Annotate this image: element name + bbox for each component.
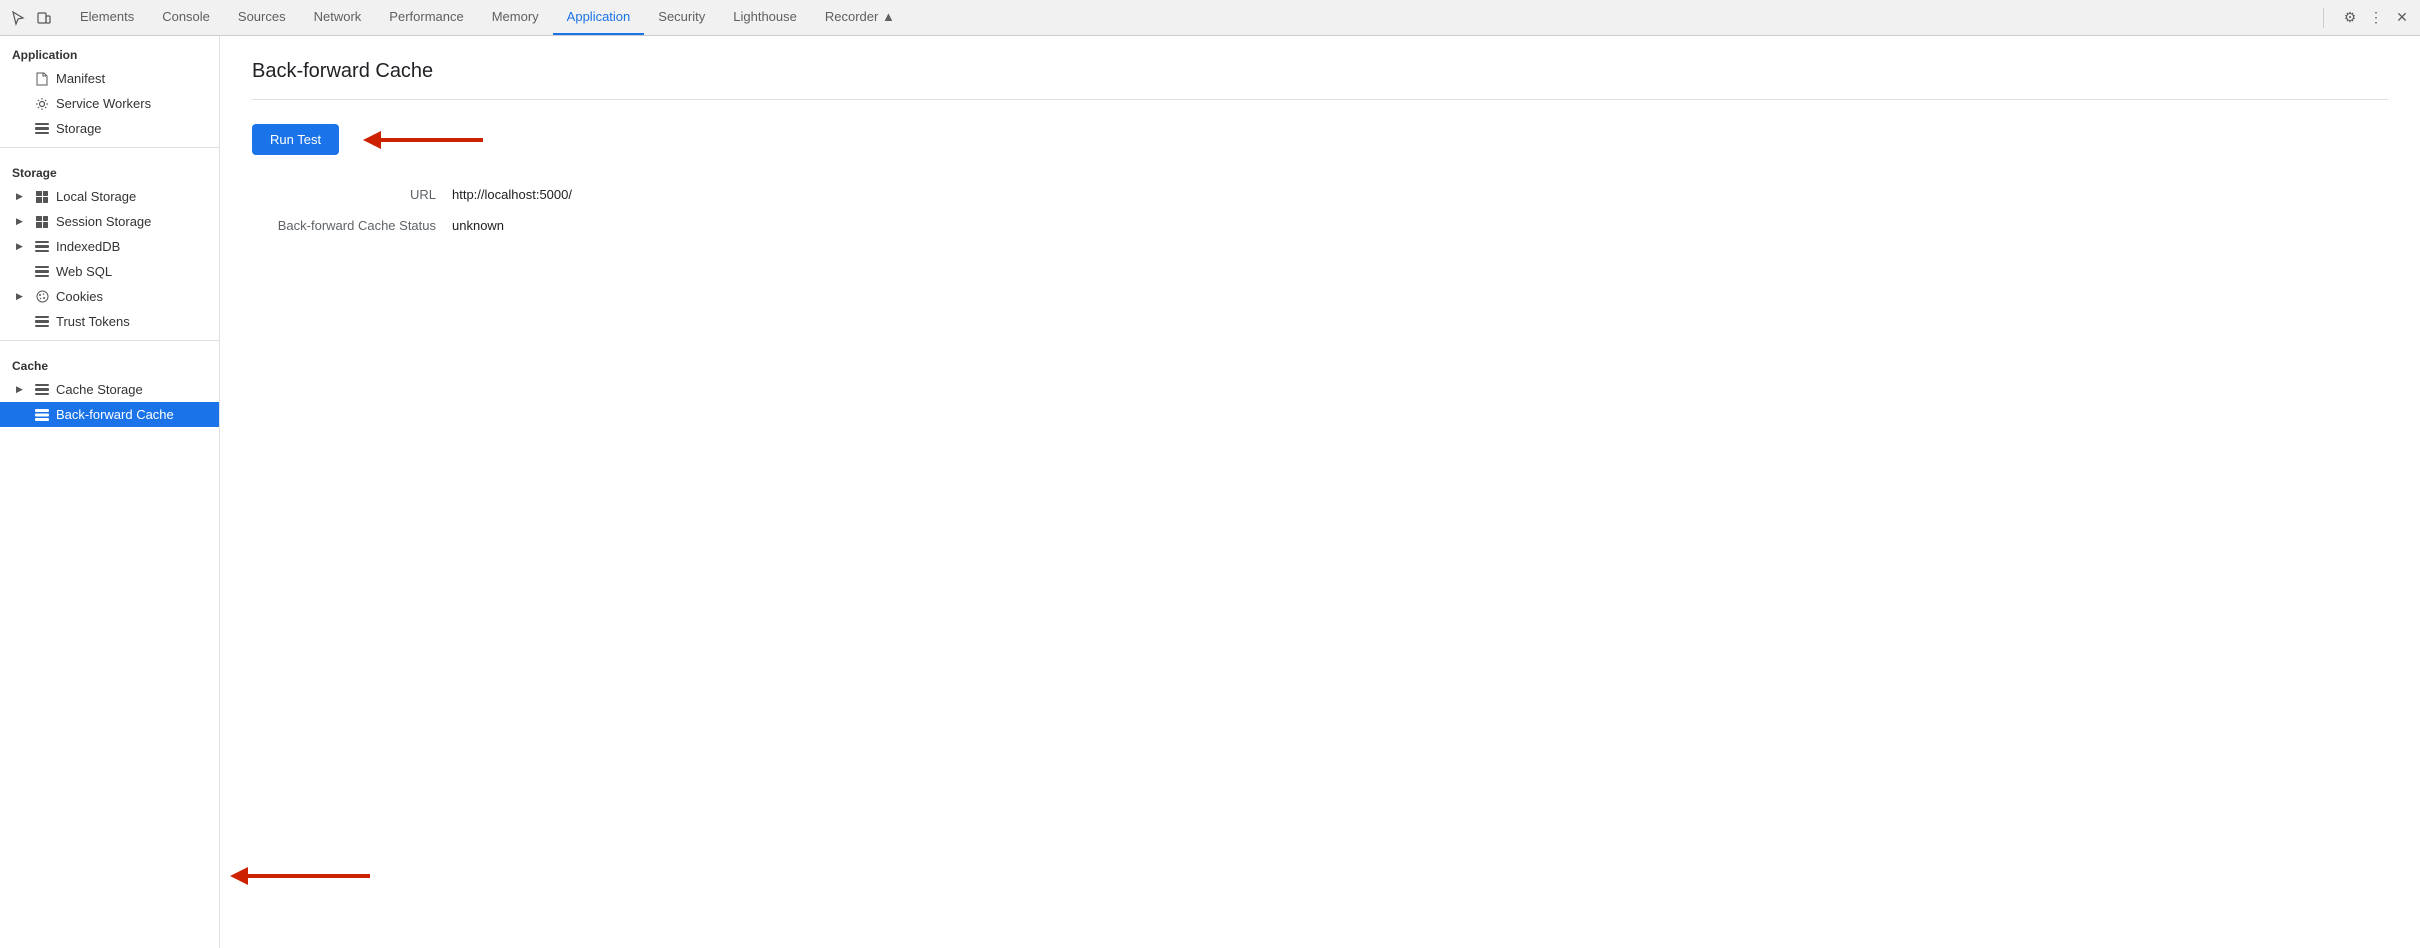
tab-memory[interactable]: Memory bbox=[478, 0, 553, 35]
tab-lighthouse[interactable]: Lighthouse bbox=[719, 0, 811, 35]
devtools-tabs: ElementsConsoleSourcesNetworkPerformance… bbox=[66, 0, 2315, 35]
sidebar-item-back-forward-cache[interactable]: Back-forward Cache bbox=[0, 402, 219, 427]
devtools-toolbar: ElementsConsoleSourcesNetworkPerformance… bbox=[0, 0, 2420, 36]
sidebar-item-label: Web SQL bbox=[56, 264, 112, 279]
cache-status-row: Back-forward Cache Status unknown bbox=[252, 218, 2388, 233]
toolbar-right: ⚙ ⋮ ✕ bbox=[2340, 8, 2412, 28]
sidebar-item-label: IndexedDB bbox=[56, 239, 120, 254]
sidebar-section-application: Application bbox=[0, 36, 219, 66]
sidebar-item-label: Storage bbox=[56, 121, 102, 136]
arrow-to-button bbox=[363, 125, 483, 155]
sidebar-item-storage[interactable]: Storage bbox=[0, 116, 219, 141]
cookie-icon bbox=[34, 290, 50, 303]
db-icon bbox=[34, 316, 50, 328]
db-icon bbox=[34, 123, 50, 135]
tab-recorder-▲[interactable]: Recorder ▲ bbox=[811, 0, 909, 35]
toolbar-left-icons bbox=[8, 8, 54, 28]
sidebar-item-trust-tokens[interactable]: Trust Tokens bbox=[0, 309, 219, 334]
device-icon[interactable] bbox=[34, 8, 54, 28]
sidebar-section-cache: Cache bbox=[0, 347, 219, 377]
sidebar-item-local-storage[interactable]: ▶Local Storage bbox=[0, 184, 219, 209]
tab-sources[interactable]: Sources bbox=[224, 0, 300, 35]
tab-elements[interactable]: Elements bbox=[66, 0, 148, 35]
sidebar: Application Manifest Service Workers Storag… bbox=[0, 36, 220, 948]
sidebar-item-manifest[interactable]: Manifest bbox=[0, 66, 219, 91]
sidebar-divider bbox=[0, 147, 219, 148]
page-title: Back-forward Cache bbox=[252, 60, 2388, 83]
sidebar-item-web-sql[interactable]: Web SQL bbox=[0, 259, 219, 284]
sidebar-item-label: Cache Storage bbox=[56, 382, 143, 397]
sidebar-item-label: Service Workers bbox=[56, 96, 151, 111]
content-area: Back-forward Cache Run Test URL http://l… bbox=[220, 36, 2420, 948]
tab-application[interactable]: Application bbox=[553, 0, 645, 35]
settings-icon[interactable]: ⚙ bbox=[2340, 8, 2360, 28]
cursor-icon[interactable] bbox=[8, 8, 28, 28]
tab-console[interactable]: Console bbox=[148, 0, 224, 35]
sidebar-item-label: Trust Tokens bbox=[56, 314, 130, 329]
sidebar-item-label: Local Storage bbox=[56, 189, 136, 204]
cache-status-label: Back-forward Cache Status bbox=[252, 218, 452, 233]
table-icon bbox=[34, 216, 50, 228]
cache-status-value: unknown bbox=[452, 218, 504, 233]
sidebar-item-cookies[interactable]: ▶Cookies bbox=[0, 284, 219, 309]
sidebar-item-label: Back-forward Cache bbox=[56, 407, 174, 422]
run-test-row: Run Test bbox=[252, 124, 2388, 155]
doc-icon bbox=[34, 72, 50, 86]
sidebar-section-storage: Storage bbox=[0, 154, 219, 184]
db-icon bbox=[34, 384, 50, 396]
sidebar-item-label: Manifest bbox=[56, 71, 105, 86]
run-test-button[interactable]: Run Test bbox=[252, 124, 339, 155]
table-icon bbox=[34, 191, 50, 203]
cache-icon bbox=[34, 409, 50, 421]
tab-network[interactable]: Network bbox=[300, 0, 376, 35]
content-divider bbox=[252, 99, 2388, 100]
db-icon bbox=[34, 241, 50, 253]
url-value: http://localhost:5000/ bbox=[452, 187, 572, 202]
url-label: URL bbox=[252, 187, 452, 202]
tab-security[interactable]: Security bbox=[644, 0, 719, 35]
sidebar-item-service-workers[interactable]: Service Workers bbox=[0, 91, 219, 116]
sidebar-item-label: Cookies bbox=[56, 289, 103, 304]
sidebar-item-session-storage[interactable]: ▶Session Storage bbox=[0, 209, 219, 234]
sidebar-divider bbox=[0, 340, 219, 341]
close-icon[interactable]: ✕ bbox=[2392, 8, 2412, 28]
more-icon[interactable]: ⋮ bbox=[2366, 8, 2386, 28]
tab-performance[interactable]: Performance bbox=[375, 0, 477, 35]
gear-icon bbox=[34, 97, 50, 111]
sidebar-item-label: Session Storage bbox=[56, 214, 151, 229]
main-layout: Application Manifest Service Workers Storag… bbox=[0, 36, 2420, 948]
url-row: URL http://localhost:5000/ bbox=[252, 187, 2388, 202]
sidebar-item-cache-storage[interactable]: ▶Cache Storage bbox=[0, 377, 219, 402]
toolbar-separator bbox=[2323, 8, 2324, 28]
sidebar-item-indexeddb[interactable]: ▶IndexedDB bbox=[0, 234, 219, 259]
db-icon bbox=[34, 266, 50, 278]
